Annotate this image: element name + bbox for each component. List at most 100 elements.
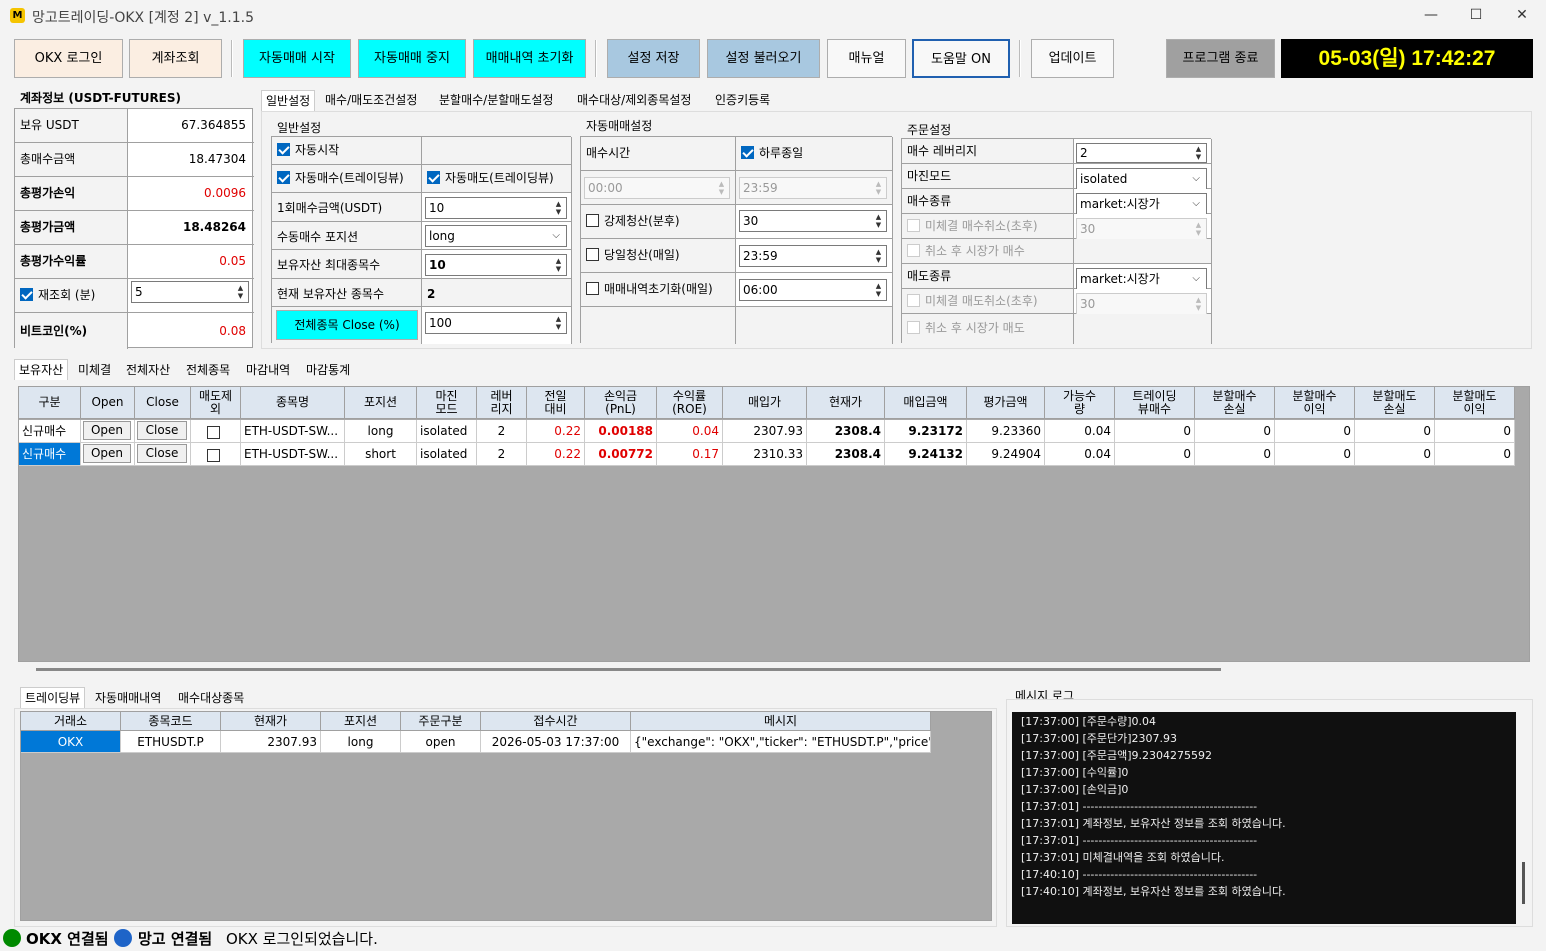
holdings-cell[interactable]: 0 [1195,443,1275,466]
holdings-header[interactable]: 분할매수 이익 [1275,387,1355,419]
holdings-cell[interactable]: Close [135,420,191,443]
sell-market-after-checkbox[interactable] [907,321,920,334]
holdings-header[interactable]: 분할매도 이익 [1435,387,1515,419]
holdings-cell[interactable] [191,443,241,466]
exclude-sell-checkbox[interactable] [206,449,220,462]
tab-target-exclusion[interactable]: 매수대상/제외종목설정 [573,90,695,111]
holdings-cell[interactable]: 0 [1435,420,1515,443]
update-button[interactable]: 업데이트 [1031,39,1114,78]
tv-header[interactable]: 거래소 [21,712,121,731]
open-position-button[interactable]: Open [83,444,131,463]
reset-daily-input[interactable]: 06:00 ▲ ▼ [739,279,887,301]
holdings-cell[interactable]: 0.00188 [585,420,657,443]
auto-sell-checkbox[interactable] [427,171,440,184]
tab-unfilled[interactable]: 미체결 [74,360,115,381]
exit-program-button[interactable]: 프로그램 종료 [1166,39,1275,78]
auto-trade-start-button[interactable]: 자동매매 시작 [243,39,351,78]
close-window-button[interactable]: ✕ [1499,0,1545,32]
holdings-header[interactable]: 매입금액 [885,387,967,419]
close-position-button[interactable]: Close [137,444,187,463]
holdings-cell[interactable]: 2307.93 [723,420,807,443]
time-from-input[interactable]: 00:00 ▲ ▼ [584,177,730,199]
holdings-cell[interactable]: 0.04 [1045,420,1115,443]
tv-header[interactable]: 종목코드 [121,712,221,731]
holdings-cell[interactable]: 0.00772 [585,443,657,466]
holdings-cell[interactable]: 0 [1275,420,1355,443]
sell-cancel-input[interactable]: 30 ▲ ▼ [1076,293,1207,315]
leverage-input[interactable]: 2 ▲ ▼ [1076,143,1207,163]
holdings-cell[interactable]: 9.23172 [885,420,967,443]
holdings-cell[interactable]: 2 [477,443,527,466]
auto-buy-cell[interactable]: 자동매수(트레이딩뷰) [272,165,422,193]
holdings-cell[interactable]: 0 [1115,443,1195,466]
holdings-header[interactable]: 매도제 외 [191,387,241,419]
auto-start-cell[interactable]: 자동시작 [272,137,422,165]
holdings-header[interactable]: 현재가 [807,387,885,419]
tab-buy-target-symbols[interactable]: 매수대상종목 [174,688,248,709]
tab-all-symbols[interactable]: 전체종목 [182,360,234,381]
holdings-header[interactable]: 매입가 [723,387,807,419]
daily-liq-input[interactable]: 23:59 ▲ ▼ [739,245,887,267]
minimize-button[interactable]: — [1408,0,1454,32]
open-position-button[interactable]: Open [83,421,131,440]
force-liq-cell[interactable]: 강제청산(분후) [581,205,736,239]
spin-arrows-icon[interactable]: ▲ ▼ [553,257,564,273]
margin-mode-select[interactable]: isolated ⌵ [1076,168,1207,190]
holdings-header[interactable]: 분할매도 손실 [1355,387,1435,419]
spin-arrows-icon[interactable]: ▲ ▼ [873,180,884,196]
tv-header[interactable]: 접수시간 [481,712,631,731]
holdings-cell[interactable]: Open [81,420,135,443]
holdings-cell[interactable]: 0 [1195,420,1275,443]
auto-sell-cell[interactable]: 자동매도(트레이딩뷰) [422,165,572,193]
holdings-header[interactable]: 전일 대비 [527,387,585,419]
sell-cancel-cell[interactable]: 미체결 매도취소(초후) [902,289,1074,314]
tv-cell[interactable]: 2026-05-03 17:37:00 [481,731,631,753]
reset-daily-checkbox[interactable] [586,282,599,295]
holdings-cell[interactable]: long [345,420,417,443]
buy-cancel-cell[interactable]: 미체결 매수취소(초후) [902,214,1074,239]
holdings-cell[interactable]: 0.17 [657,443,723,466]
tab-closed-history[interactable]: 마감내역 [242,360,294,381]
tv-cell[interactable]: 2307.93 [221,731,321,753]
tab-general-settings[interactable]: 일반설정 [261,90,316,111]
time-to-input[interactable]: 23:59 ▲ ▼ [739,177,887,199]
holdings-cell[interactable]: isolated [417,443,477,466]
holdings-cell[interactable]: ETH-USDT-SW... [241,420,345,443]
tab-buy-sell-conditions[interactable]: 매수/매도조건설정 [321,90,421,111]
holdings-cell[interactable]: 0 [1355,443,1435,466]
holdings-cell[interactable]: 0 [1115,420,1195,443]
help-button[interactable]: 도움말 ON [912,39,1010,78]
holdings-cell[interactable]: 0 [1435,443,1515,466]
buy-amount-input[interactable]: 10 ▲ ▼ [425,197,567,219]
sell-type-select[interactable]: market:시장가 ⌵ [1076,268,1207,290]
horizontal-scrollbar[interactable] [18,662,1530,678]
holdings-cell[interactable]: 9.23360 [967,420,1045,443]
holdings-cell[interactable]: 0 [1275,443,1355,466]
spin-arrows-icon[interactable]: ▲ ▼ [1193,296,1204,312]
tab-closed-stats[interactable]: 마감통계 [302,360,354,381]
holdings-cell[interactable]: 신규매수 [19,443,81,466]
holdings-header[interactable]: 트레이딩 뷰매수 [1115,387,1195,419]
holdings-header[interactable]: 수익률 (ROE) [657,387,723,419]
all-day-cell[interactable]: 하루종일 [736,137,893,171]
holdings-cell[interactable]: 9.24132 [885,443,967,466]
force-liq-checkbox[interactable] [586,214,599,227]
tv-cell[interactable]: OKX [21,731,121,753]
holdings-header[interactable]: 종목명 [241,387,345,419]
holdings-cell[interactable]: Close [135,443,191,466]
maximize-button[interactable]: ☐ [1453,0,1499,32]
buy-type-select[interactable]: market:시장가 ⌵ [1076,193,1207,215]
tab-split-buy-sell[interactable]: 분할매수/분할매도설정 [435,90,557,111]
tab-all-assets[interactable]: 전체자산 [122,360,174,381]
holdings-header[interactable]: Open [81,387,135,419]
holdings-cell[interactable]: 0.22 [527,420,585,443]
sell-market-after-cell[interactable]: 취소 후 시장가 매도 [902,314,1074,344]
manual-position-select[interactable]: long ⌵ [425,225,567,247]
holdings-cell[interactable]: 2 [477,420,527,443]
holdings-header[interactable]: 가능수 량 [1045,387,1115,419]
okx-login-button[interactable]: OKX 로그인 [14,39,123,78]
holdings-header[interactable]: 구분 [19,387,81,419]
holdings-header[interactable]: 레버 리지 [477,387,527,419]
holdings-cell[interactable]: 0 [1355,420,1435,443]
holdings-header[interactable]: 포지션 [345,387,417,419]
